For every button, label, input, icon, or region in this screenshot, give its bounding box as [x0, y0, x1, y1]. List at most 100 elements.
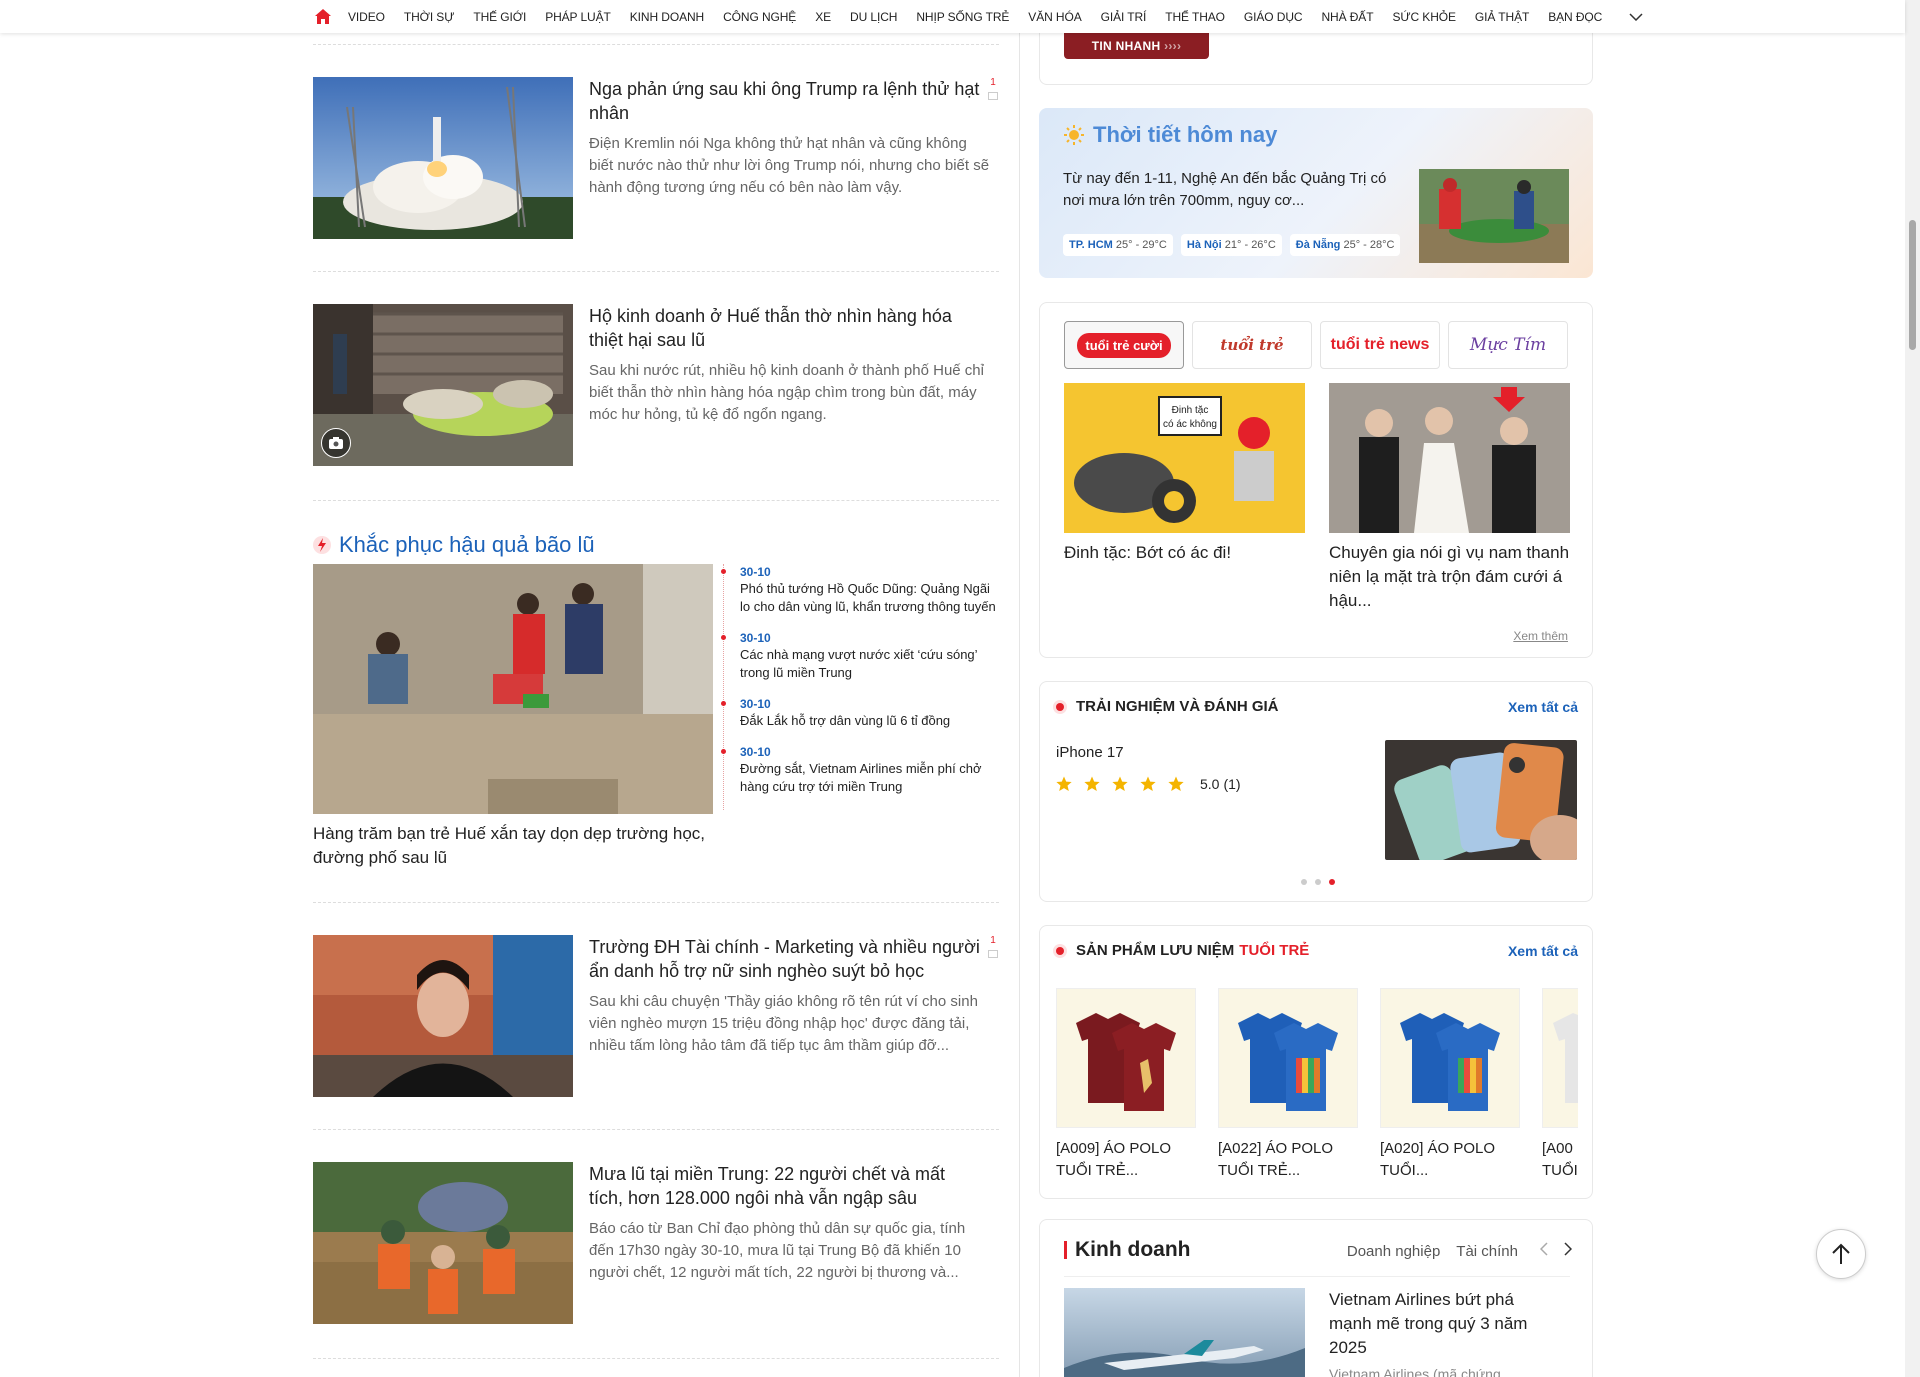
- see-all-link[interactable]: Xem tất cả: [1508, 943, 1578, 959]
- article-card[interactable]: Trường ĐH Tài chính - Marketing và nhiều…: [313, 935, 999, 1097]
- article-thumbnail[interactable]: [313, 77, 573, 239]
- product-title[interactable]: [A020] ÁO POLO TUỔI...: [1380, 1138, 1520, 1182]
- product-title[interactable]: [A009] ÁO POLO TUỔI TRẺ...: [1056, 1138, 1196, 1182]
- business-image[interactable]: [1064, 1288, 1305, 1377]
- topic-item-title[interactable]: Đường sắt, Vietnam Airlines miễn phí chở…: [740, 760, 999, 796]
- weather-city-chip[interactable]: Đà Nẵng 25° - 28°C: [1289, 234, 1401, 256]
- nav-item-the-gioi[interactable]: THẾ GIỚI: [473, 10, 526, 24]
- product-item[interactable]: [A009] ÁO POLO TUỔI TRẺ...: [1056, 988, 1196, 1182]
- scrollbar-thumb[interactable]: [1909, 220, 1916, 350]
- tuoi-tre-logo: tuổi trẻ: [1220, 336, 1284, 354]
- weather-card[interactable]: Thời tiết hôm nay Từ nay đến 1-11, Nghệ …: [1039, 108, 1593, 278]
- story-image[interactable]: Đinh tặc có ác không: [1064, 383, 1305, 533]
- story-image[interactable]: [1329, 383, 1570, 533]
- chevron-left-icon[interactable]: [1539, 1242, 1548, 1260]
- home-icon[interactable]: [312, 6, 334, 28]
- nav-item-van-hoa[interactable]: VĂN HÓA: [1028, 10, 1081, 24]
- story-caption[interactable]: Đinh tặc: Bớt có ác đi!: [1064, 541, 1305, 565]
- topic-list-item[interactable]: 30-10 Đường sắt, Vietnam Airlines miễn ph…: [721, 744, 999, 796]
- souvenir-title: SẢN PHẨM LƯU NIỆM: [1076, 942, 1235, 959]
- bullet-icon: [721, 569, 726, 574]
- chevron-down-icon[interactable]: [1627, 8, 1645, 26]
- weather-summary[interactable]: Từ nay đến 1-11, Nghệ An đến bắc Quảng T…: [1063, 168, 1408, 212]
- topic-item-title[interactable]: Các nhà mạng vượt nước xiết ‘cứu sóng’ t…: [740, 646, 999, 682]
- comment-count[interactable]: 1: [987, 935, 999, 958]
- nav-item-suc-khoe[interactable]: SỨC KHỎE: [1392, 10, 1456, 24]
- nav-item-nhip-song-tre[interactable]: NHỊP SỐNG TRẺ: [916, 10, 1009, 24]
- article-card[interactable]: Hộ kinh doanh ở Huế thẫn thờ nhìn hàng h…: [313, 304, 999, 466]
- weather-image[interactable]: [1419, 169, 1569, 263]
- tab-muc-tim[interactable]: Mực Tím: [1448, 321, 1568, 369]
- nav-item-giai-tri[interactable]: GIẢI TRÍ: [1101, 10, 1147, 24]
- carousel-dot[interactable]: [1301, 879, 1307, 885]
- topic-title[interactable]: Khắc phục hậu quả bão lũ: [339, 532, 595, 558]
- topic-header[interactable]: Khắc phục hậu quả bão lũ: [313, 530, 999, 560]
- tab-tuoi-tre-cuoi[interactable]: tuổi trẻ cười: [1064, 321, 1184, 369]
- weather-city-chip[interactable]: TP. HCM 25° - 29°C: [1063, 234, 1173, 256]
- product-item[interactable]: [A00 TUỔI: [1542, 988, 1578, 1182]
- article-card[interactable]: Mưa lũ tại miền Trung: 22 người chết và …: [313, 1162, 999, 1324]
- business-headline[interactable]: Vietnam Airlines bứt phá mạnh mẽ trong q…: [1329, 1288, 1559, 1360]
- nav-item-gia-that[interactable]: GIẢ THẬT: [1475, 10, 1529, 24]
- tab-tuoi-tre[interactable]: tuổi trẻ: [1192, 321, 1312, 369]
- nav-bar: VIDEO THỜI SỰ THẾ GIỚI PHÁP LUẬT KINH DO…: [312, 0, 1645, 33]
- article-title[interactable]: Mưa lũ tại miền Trung: 22 người chết và …: [589, 1162, 984, 1210]
- nav-item-ban-doc[interactable]: BẠN ĐỌC: [1548, 10, 1602, 24]
- article-title[interactable]: Hộ kinh doanh ở Huế thẫn thờ nhìn hàng h…: [589, 304, 984, 352]
- topic-item-date: 30-10: [740, 631, 771, 645]
- product-item[interactable]: [A022] ÁO POLO TUỔI TRẺ...: [1218, 988, 1358, 1182]
- page-scrollbar[interactable]: [1905, 0, 1920, 1377]
- product-name[interactable]: iPhone 17: [1056, 744, 1124, 761]
- business-title[interactable]: Kinh doanh: [1075, 1238, 1190, 1262]
- article-thumbnail[interactable]: [313, 304, 573, 466]
- nav-item-nha-dat[interactable]: NHÀ ĐẤT: [1321, 10, 1373, 24]
- nav-item-giao-duc[interactable]: GIÁO DỤC: [1244, 10, 1303, 24]
- chevron-right-icon[interactable]: [1564, 1242, 1573, 1260]
- tab-tai-chinh[interactable]: Tài chính: [1456, 1243, 1518, 1260]
- weather-header: Thời tiết hôm nay: [1063, 122, 1277, 148]
- back-to-top-button[interactable]: [1816, 1229, 1866, 1279]
- divider: [313, 271, 999, 272]
- product-image[interactable]: [1542, 988, 1578, 1128]
- comment-count[interactable]: 1: [987, 77, 999, 100]
- see-all-link[interactable]: Xem tất cả: [1508, 699, 1578, 715]
- topic-main-title[interactable]: Hàng trăm bạn trẻ Huế xắn tay dọn dẹp tr…: [313, 822, 713, 870]
- article-title[interactable]: Trường ĐH Tài chính - Marketing và nhiều…: [589, 935, 984, 983]
- carousel-dot[interactable]: [1315, 879, 1321, 885]
- article-description: Điện Kremlin nói Nga không thử hạt nhân …: [589, 135, 990, 196]
- topic-list-item[interactable]: 30-10 Phó thủ tướng Hồ Quốc Dũng: Quảng N…: [721, 564, 999, 616]
- topic-list-item[interactable]: 30-10 Các nhà mạng vượt nước xiết ‘cứu só…: [721, 630, 999, 682]
- product-image[interactable]: [1380, 988, 1520, 1128]
- nav-item-cong-nghe[interactable]: CÔNG NGHỆ: [723, 10, 796, 24]
- product-image[interactable]: [1385, 740, 1577, 860]
- product-image[interactable]: [1056, 988, 1196, 1128]
- nav-item-phap-luat[interactable]: PHÁP LUẬT: [545, 10, 611, 24]
- nav-item-du-lich[interactable]: DU LỊCH: [850, 10, 897, 24]
- article-thumbnail[interactable]: [313, 935, 573, 1097]
- product-image[interactable]: [1218, 988, 1358, 1128]
- tab-tuoi-tre-news[interactable]: tuổi trẻ news: [1320, 321, 1440, 369]
- tin-nhanh-button[interactable]: TIN NHANH ››››: [1064, 33, 1209, 59]
- article-card[interactable]: Nga phản ứng sau khi ông Trump ra lệnh t…: [313, 77, 999, 239]
- tab-doanh-nghiep[interactable]: Doanh nghiệp: [1347, 1243, 1440, 1260]
- topic-item-title[interactable]: Phó thủ tướng Hồ Quốc Dũng: Quảng Ngãi l…: [740, 580, 999, 616]
- carousel-dot-active[interactable]: [1329, 879, 1335, 885]
- article-title[interactable]: Nga phản ứng sau khi ông Trump ra lệnh t…: [589, 77, 984, 125]
- nav-item-kinh-doanh[interactable]: KINH DOANH: [630, 10, 704, 24]
- see-more-link[interactable]: Xem thêm: [1513, 629, 1568, 643]
- product-title[interactable]: [A00 TUỔI: [1542, 1138, 1578, 1182]
- topic-list-item[interactable]: 30-10 Đắk Lắk hỗ trợ dân vùng lũ 6 tỉ đồn…: [721, 696, 999, 730]
- souvenir-header: SẢN PHẨM LƯU NIỆM TUỔI TRẺ Xem tất cả: [1056, 942, 1578, 959]
- article-thumbnail[interactable]: [313, 1162, 573, 1324]
- nav-item-xe[interactable]: XE: [815, 10, 831, 24]
- topic-item-title[interactable]: Đắk Lắk hỗ trợ dân vùng lũ 6 tỉ đồng: [740, 712, 999, 730]
- nav-item-video[interactable]: VIDEO: [348, 10, 385, 24]
- topic-main-image[interactable]: [313, 564, 713, 814]
- product-title[interactable]: [A022] ÁO POLO TUỔI TRẺ...: [1218, 1138, 1358, 1182]
- nav-item-thoi-su[interactable]: THỜI SỰ: [404, 10, 455, 24]
- story-caption[interactable]: Chuyên gia nói gì vụ nam thanh niên lạ m…: [1329, 541, 1570, 613]
- comment-icon: [988, 950, 998, 958]
- product-item[interactable]: [A020] ÁO POLO TUỔI...: [1380, 988, 1520, 1182]
- nav-item-the-thao[interactable]: THỂ THAO: [1165, 10, 1225, 24]
- weather-city-chip[interactable]: Hà Nội 21° - 26°C: [1180, 234, 1282, 256]
